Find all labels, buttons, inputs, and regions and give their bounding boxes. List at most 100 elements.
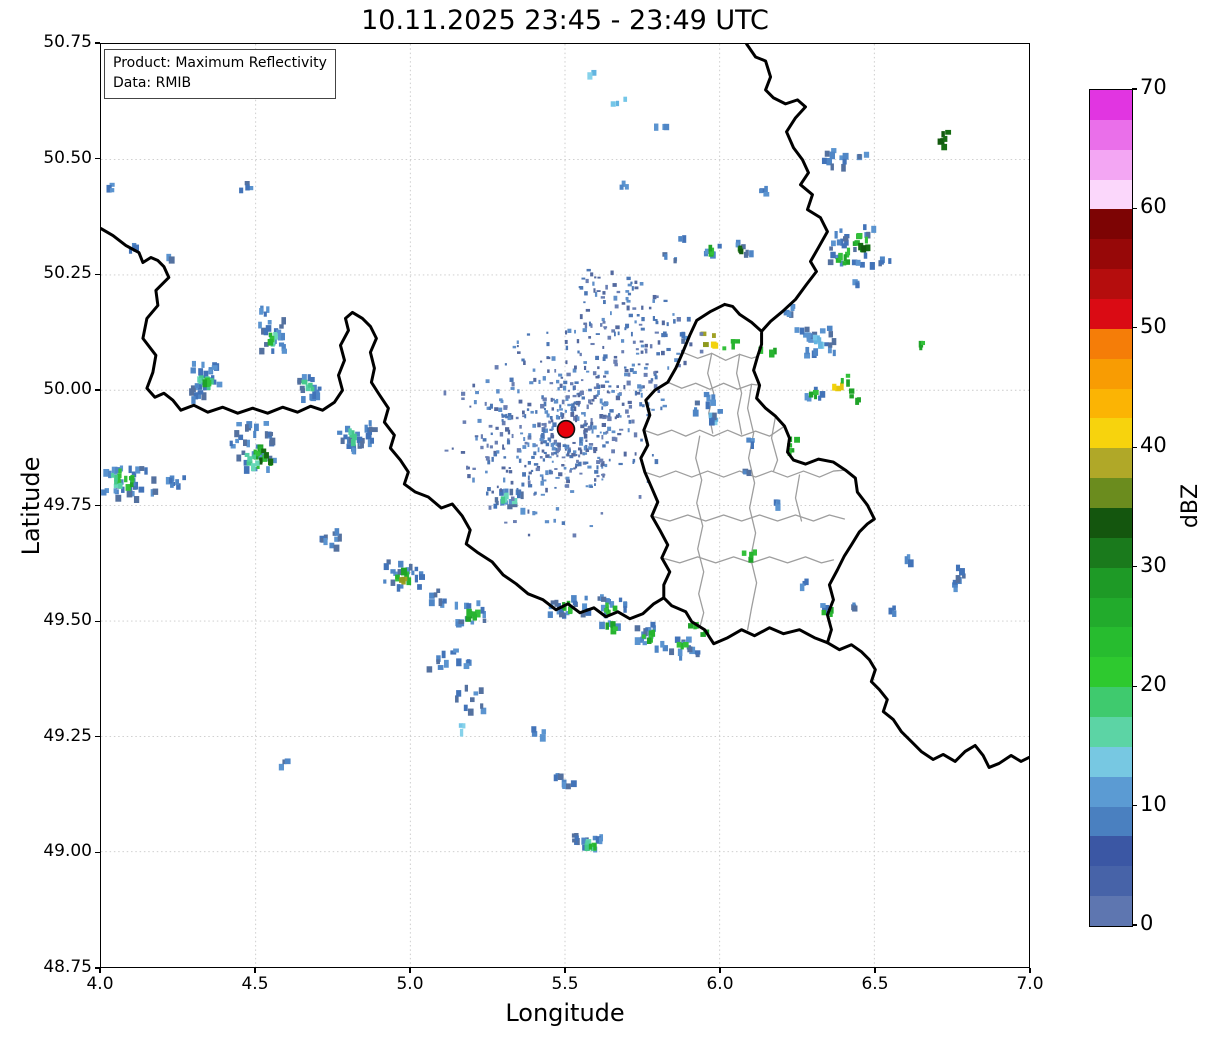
echo-pixel <box>799 583 805 592</box>
echo-pixel <box>208 368 213 374</box>
echo-pixel <box>597 366 600 370</box>
echo-pixel <box>804 326 810 332</box>
echo-pixel <box>611 436 616 442</box>
echo-pixel <box>599 621 605 630</box>
echo-pixel <box>527 533 531 537</box>
y-tick-mark <box>95 967 100 969</box>
echo-pixel <box>666 347 671 352</box>
admin-border <box>682 351 759 361</box>
echo-pixel <box>604 380 610 383</box>
echo-pixel <box>623 384 626 390</box>
echo-pixel <box>463 704 468 712</box>
echo-pixel <box>575 463 579 467</box>
echo-pixel <box>503 488 505 494</box>
echo-pixel <box>524 414 527 419</box>
echo-pixel <box>527 509 530 514</box>
echo-pixel <box>660 406 663 411</box>
y-tick-label: 49.00 <box>43 841 92 862</box>
echo-pixel <box>501 466 506 470</box>
echo-pixel <box>191 360 196 367</box>
echo-pixel <box>451 447 454 450</box>
echo-pixel <box>117 473 122 479</box>
echo-pixel <box>480 606 485 614</box>
echo-pixel <box>585 278 589 284</box>
echo-pixel <box>831 240 836 247</box>
echo-pixel <box>559 408 563 411</box>
echo-pixel <box>609 409 614 413</box>
echo-pixel <box>515 416 519 420</box>
echo-pixel <box>579 314 583 320</box>
colorbar-segment <box>1090 358 1132 389</box>
echo-pixel <box>553 399 558 404</box>
echo-pixel <box>617 331 620 336</box>
echo-pixel <box>603 300 606 305</box>
echo-pixel <box>482 438 487 442</box>
echo-pixel <box>579 449 583 455</box>
echo-pixel <box>128 465 132 474</box>
colorbar-segment <box>1090 537 1132 568</box>
echo-pixel <box>654 319 658 321</box>
echo-pixel <box>501 419 504 422</box>
echo-pixel <box>505 427 510 432</box>
echo-pixel <box>579 390 584 396</box>
echo-pixel <box>259 347 265 355</box>
echo-pixel <box>488 424 493 428</box>
echo-pixel <box>480 703 484 709</box>
echo-pixel <box>628 419 632 424</box>
echo-pixel <box>267 320 272 325</box>
echo-pixel <box>615 325 620 330</box>
echo-pixel <box>456 690 462 697</box>
x-tick-label: 6.5 <box>861 974 889 994</box>
echo-pixel <box>323 538 328 546</box>
echo-pixel <box>669 648 675 656</box>
colorbar-segment <box>1090 179 1132 210</box>
echo-pixel <box>554 368 557 373</box>
echo-pixel <box>561 521 566 525</box>
echo-pixel <box>488 406 492 411</box>
echo-pixel <box>576 416 580 421</box>
echo-pixel <box>419 574 426 580</box>
echo-pixel <box>517 351 521 354</box>
echo-pixel <box>510 480 514 485</box>
echo-pixel <box>624 368 629 373</box>
echo-pixel <box>634 286 639 290</box>
echo-pixel <box>182 475 187 481</box>
echo-pixel <box>516 345 519 348</box>
echo-pixel <box>558 472 563 477</box>
echo-pixel <box>686 636 692 643</box>
echo-pixel <box>589 525 594 528</box>
echo-pixel <box>592 371 597 376</box>
echo-pixel <box>488 505 492 510</box>
colorbar-tick-label: 70 <box>1140 75 1167 99</box>
echo-pixel <box>566 372 571 377</box>
echo-pixel <box>559 612 565 618</box>
echo-pixel <box>608 458 611 462</box>
echo-pixel <box>703 342 709 348</box>
echo-pixel <box>633 432 638 438</box>
echo-pixel <box>640 392 643 398</box>
echo-pixel <box>466 603 472 609</box>
echo-pixel <box>623 605 627 613</box>
echo-pixel <box>651 408 655 411</box>
echo-pixel <box>118 468 122 474</box>
echo-pixel <box>564 409 567 413</box>
echo-pixel <box>312 391 317 400</box>
echo-pixel <box>315 392 321 401</box>
echo-pixel <box>603 354 608 359</box>
echo-pixel <box>235 438 240 444</box>
echo-pixel <box>569 469 572 473</box>
echo-pixel <box>453 648 459 653</box>
echo-pixel <box>592 425 597 430</box>
echo-pixel <box>548 456 552 459</box>
echo-pixel <box>626 380 631 386</box>
echo-pixel <box>589 402 593 405</box>
echo-pixel <box>519 424 522 429</box>
echo-pixel <box>552 422 557 428</box>
echo-pixel <box>604 607 609 613</box>
echo-pixel <box>590 272 594 277</box>
echo-pixel <box>555 414 559 420</box>
y-tick-label: 50.50 <box>43 147 92 168</box>
echo-pixel <box>559 383 563 388</box>
echo-pixel <box>551 356 556 361</box>
echo-pixel <box>544 422 547 428</box>
